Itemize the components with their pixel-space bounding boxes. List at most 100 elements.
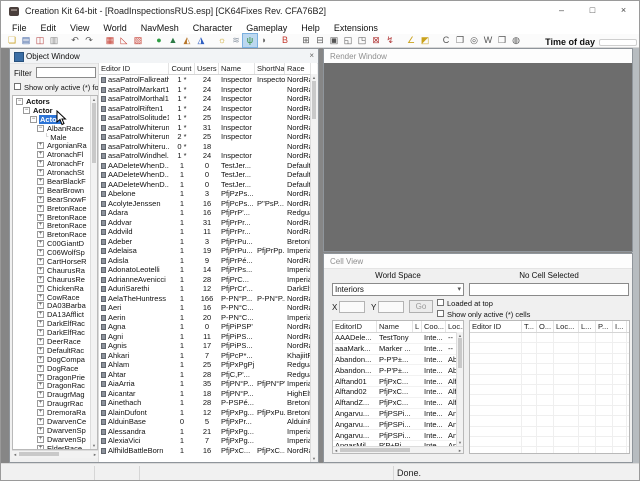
cell-row[interactable]: AAADele...TestTonyInte...-- [333,333,463,344]
table-row[interactable]: AADeleteWhenD...10TestJer...Default... [99,180,317,190]
expand-icon[interactable] [37,187,44,194]
table-row[interactable]: Aicantar118PfjPN°P...HighElf... [99,389,317,399]
expand-icon[interactable] [37,178,44,185]
menu-gameplay[interactable]: Gameplay [239,23,294,33]
table-row[interactable]: AlduinBase05PfjPxPr...AlduinR... [99,417,317,427]
link-references-icon[interactable]: ↯ [383,34,397,47]
table-row[interactable]: asaPatrolFalkreath11 *24InspectorInspect… [99,75,317,85]
table-row[interactable]: asaPatrolWhiteru..0 *18NordRa... [99,142,317,152]
collapse-icon[interactable] [37,125,44,132]
expand-icon[interactable] [37,374,44,381]
close-button[interactable]: × [608,1,639,21]
column-header[interactable]: Name [219,63,255,74]
tree-vertical-scrollbar[interactable] [90,96,97,449]
tree-item-darkelfrac[interactable]: DarkElfRac [14,319,89,328]
expand-icon[interactable] [37,320,44,327]
table-row[interactable]: asaPatrolMarkart11 *24InspectorNordRa... [99,85,317,95]
cascade-windows-icon[interactable]: ⊟ [313,34,327,47]
scroll-down-icon[interactable] [311,456,317,461]
show-only-active-cells-checkbox[interactable] [437,310,444,317]
cell-view-titlebar[interactable]: Cell View [324,254,632,269]
expand-icon[interactable] [37,347,44,354]
expand-icon[interactable] [37,222,44,229]
expand-icon[interactable] [37,427,44,434]
tree-item-dwarvence[interactable]: DwarvenCe [14,417,89,426]
tree-item-bretonrace[interactable]: BretonRace [14,230,89,239]
table-row[interactable]: AADeleteWhenD...10TestJer...Default... [99,170,317,180]
tree-item-bearblackf[interactable]: BearBlackF [14,177,89,186]
table-row[interactable]: asaPatrolMorthal11 *24InspectorNordRa... [99,94,317,104]
table-row[interactable]: Adeber13PfjPrPu...BretonR... [99,237,317,247]
expand-icon[interactable] [37,365,44,372]
table-row[interactable]: asaPatrolSolitude11 *25InspectorNordRa..… [99,113,317,123]
expand-icon[interactable] [37,409,44,416]
world-spaces-icon[interactable]: W [481,34,495,47]
tree-item-actor[interactable]: Actor [14,115,89,124]
landscape-icon[interactable]: ▲ [166,34,180,47]
tree-item-bretonrace[interactable]: BretonRace [14,213,89,222]
snap-to-angle-icon[interactable]: ◺ [117,34,131,47]
scroll-down-icon[interactable] [91,443,97,448]
tree-item-dwarvensp[interactable]: DwarvenSp [14,435,89,444]
tree-item-cowrace[interactable]: CowRace [14,293,89,302]
dialogue-icon[interactable]: ◗ [257,34,271,47]
bendable-spline-icon[interactable]: B [278,34,292,47]
tree-item-defaultrac[interactable]: DefaultRac [14,346,89,355]
tree-item-dogcompa[interactable]: DogCompa [14,355,89,364]
cell-row[interactable]: Abandon...P-P'P±...Inte...Aba... [333,365,463,376]
mdi-scroll-strip[interactable] [632,48,640,463]
tree-item-chaurusre[interactable]: ChaurusRe [14,275,89,284]
scroll-up-icon[interactable] [91,97,97,102]
expand-icon[interactable] [37,267,44,274]
cell-row[interactable]: aaaMark...Marker ...Inte...-- [333,344,463,355]
tree-item-atronachst[interactable]: AtronachSt [14,168,89,177]
loaded-at-top-checkbox[interactable] [437,299,444,306]
expand-icon[interactable] [37,285,44,292]
collapse-icon[interactable] [23,107,30,114]
cell-list-horizontal-scrollbar[interactable] [333,446,463,453]
column-header[interactable]: ShortNa.. [255,63,285,74]
column-header[interactable]: Race [285,63,311,74]
table-row[interactable]: Ainethach128P-PSPé...BretonR... [99,398,317,408]
list-vertical-scrollbar[interactable] [310,74,317,462]
expand-icon[interactable] [37,329,44,336]
tree-item-bearbrown[interactable]: BearBrown [14,186,89,195]
table-row[interactable]: asaPatrolWhiterun11 *31InspectorNordRa..… [99,123,317,133]
table-row[interactable]: Alessandra121PfjPxPg...Imperial... [99,427,317,437]
table-row[interactable]: Ahkari17PfjPcP*...KhajiitR... [99,351,317,361]
expand-icon[interactable] [37,338,44,345]
navmesh-icon[interactable]: ◮ [194,34,208,47]
table-row[interactable]: Abelone13PfjPzPs...NordRa... [99,189,317,199]
tree-item-c06wolfsp[interactable]: C06WolfSp [14,248,89,257]
scroll-down-icon[interactable] [457,440,463,445]
column-header[interactable]: Coo... [422,321,446,332]
show-only-active-checkbox[interactable] [14,83,21,90]
table-row[interactable]: AlainDufont112PfjPxPg...PfjPxPu...Breton… [99,408,317,418]
tree-item-bearsnowf[interactable]: BearSnowF [14,195,89,204]
filter-input[interactable] [36,67,96,78]
table-row[interactable]: AelaTheHuntress1166P-PN°P...P-PN°P...Nor… [99,294,317,304]
table-row[interactable]: AdrianneAvenicci128PfjPrC...Imperial... [99,275,317,285]
go-button[interactable]: Go [409,300,433,313]
cell-row[interactable]: Angarvu...PfjPSPi...Inte...Ang... [333,419,463,430]
tree-item-chickenra[interactable]: ChickenRa [14,284,89,293]
table-row[interactable]: asaPatrolWindhel..1 *24InspectorNordRa..… [99,151,317,161]
render-viewport[interactable] [324,63,632,251]
table-row[interactable]: AduriSarethi112PfjPrCr'...DarkElf... [99,284,317,294]
column-header[interactable]: Loc... [554,321,579,332]
expand-icon[interactable] [37,400,44,407]
scroll-thumb[interactable] [92,103,96,163]
expand-icon[interactable] [37,169,44,176]
menu-navmesh[interactable]: NavMesh [134,23,186,33]
redo-icon[interactable]: ↷ [82,34,96,47]
cell-row[interactable]: Alftand02PfjPxC...Inte...Alft... [333,387,463,398]
scroll-right-icon[interactable] [458,448,462,453]
tree-item-argonianra[interactable]: ArgonianRa [14,141,89,150]
tree-item-da03barba[interactable]: DA03Barba [14,301,89,310]
world-icon[interactable]: ● [152,34,166,47]
sky-icon[interactable]: ≋ [229,34,243,47]
cell-row[interactable]: AlftandZ...PfjPxC...Inte...Alft... [333,398,463,409]
render-window-titlebar[interactable]: Render Window [324,49,632,64]
column-header[interactable]: T... [522,321,537,332]
globe-icon[interactable]: ◍ [509,34,523,47]
